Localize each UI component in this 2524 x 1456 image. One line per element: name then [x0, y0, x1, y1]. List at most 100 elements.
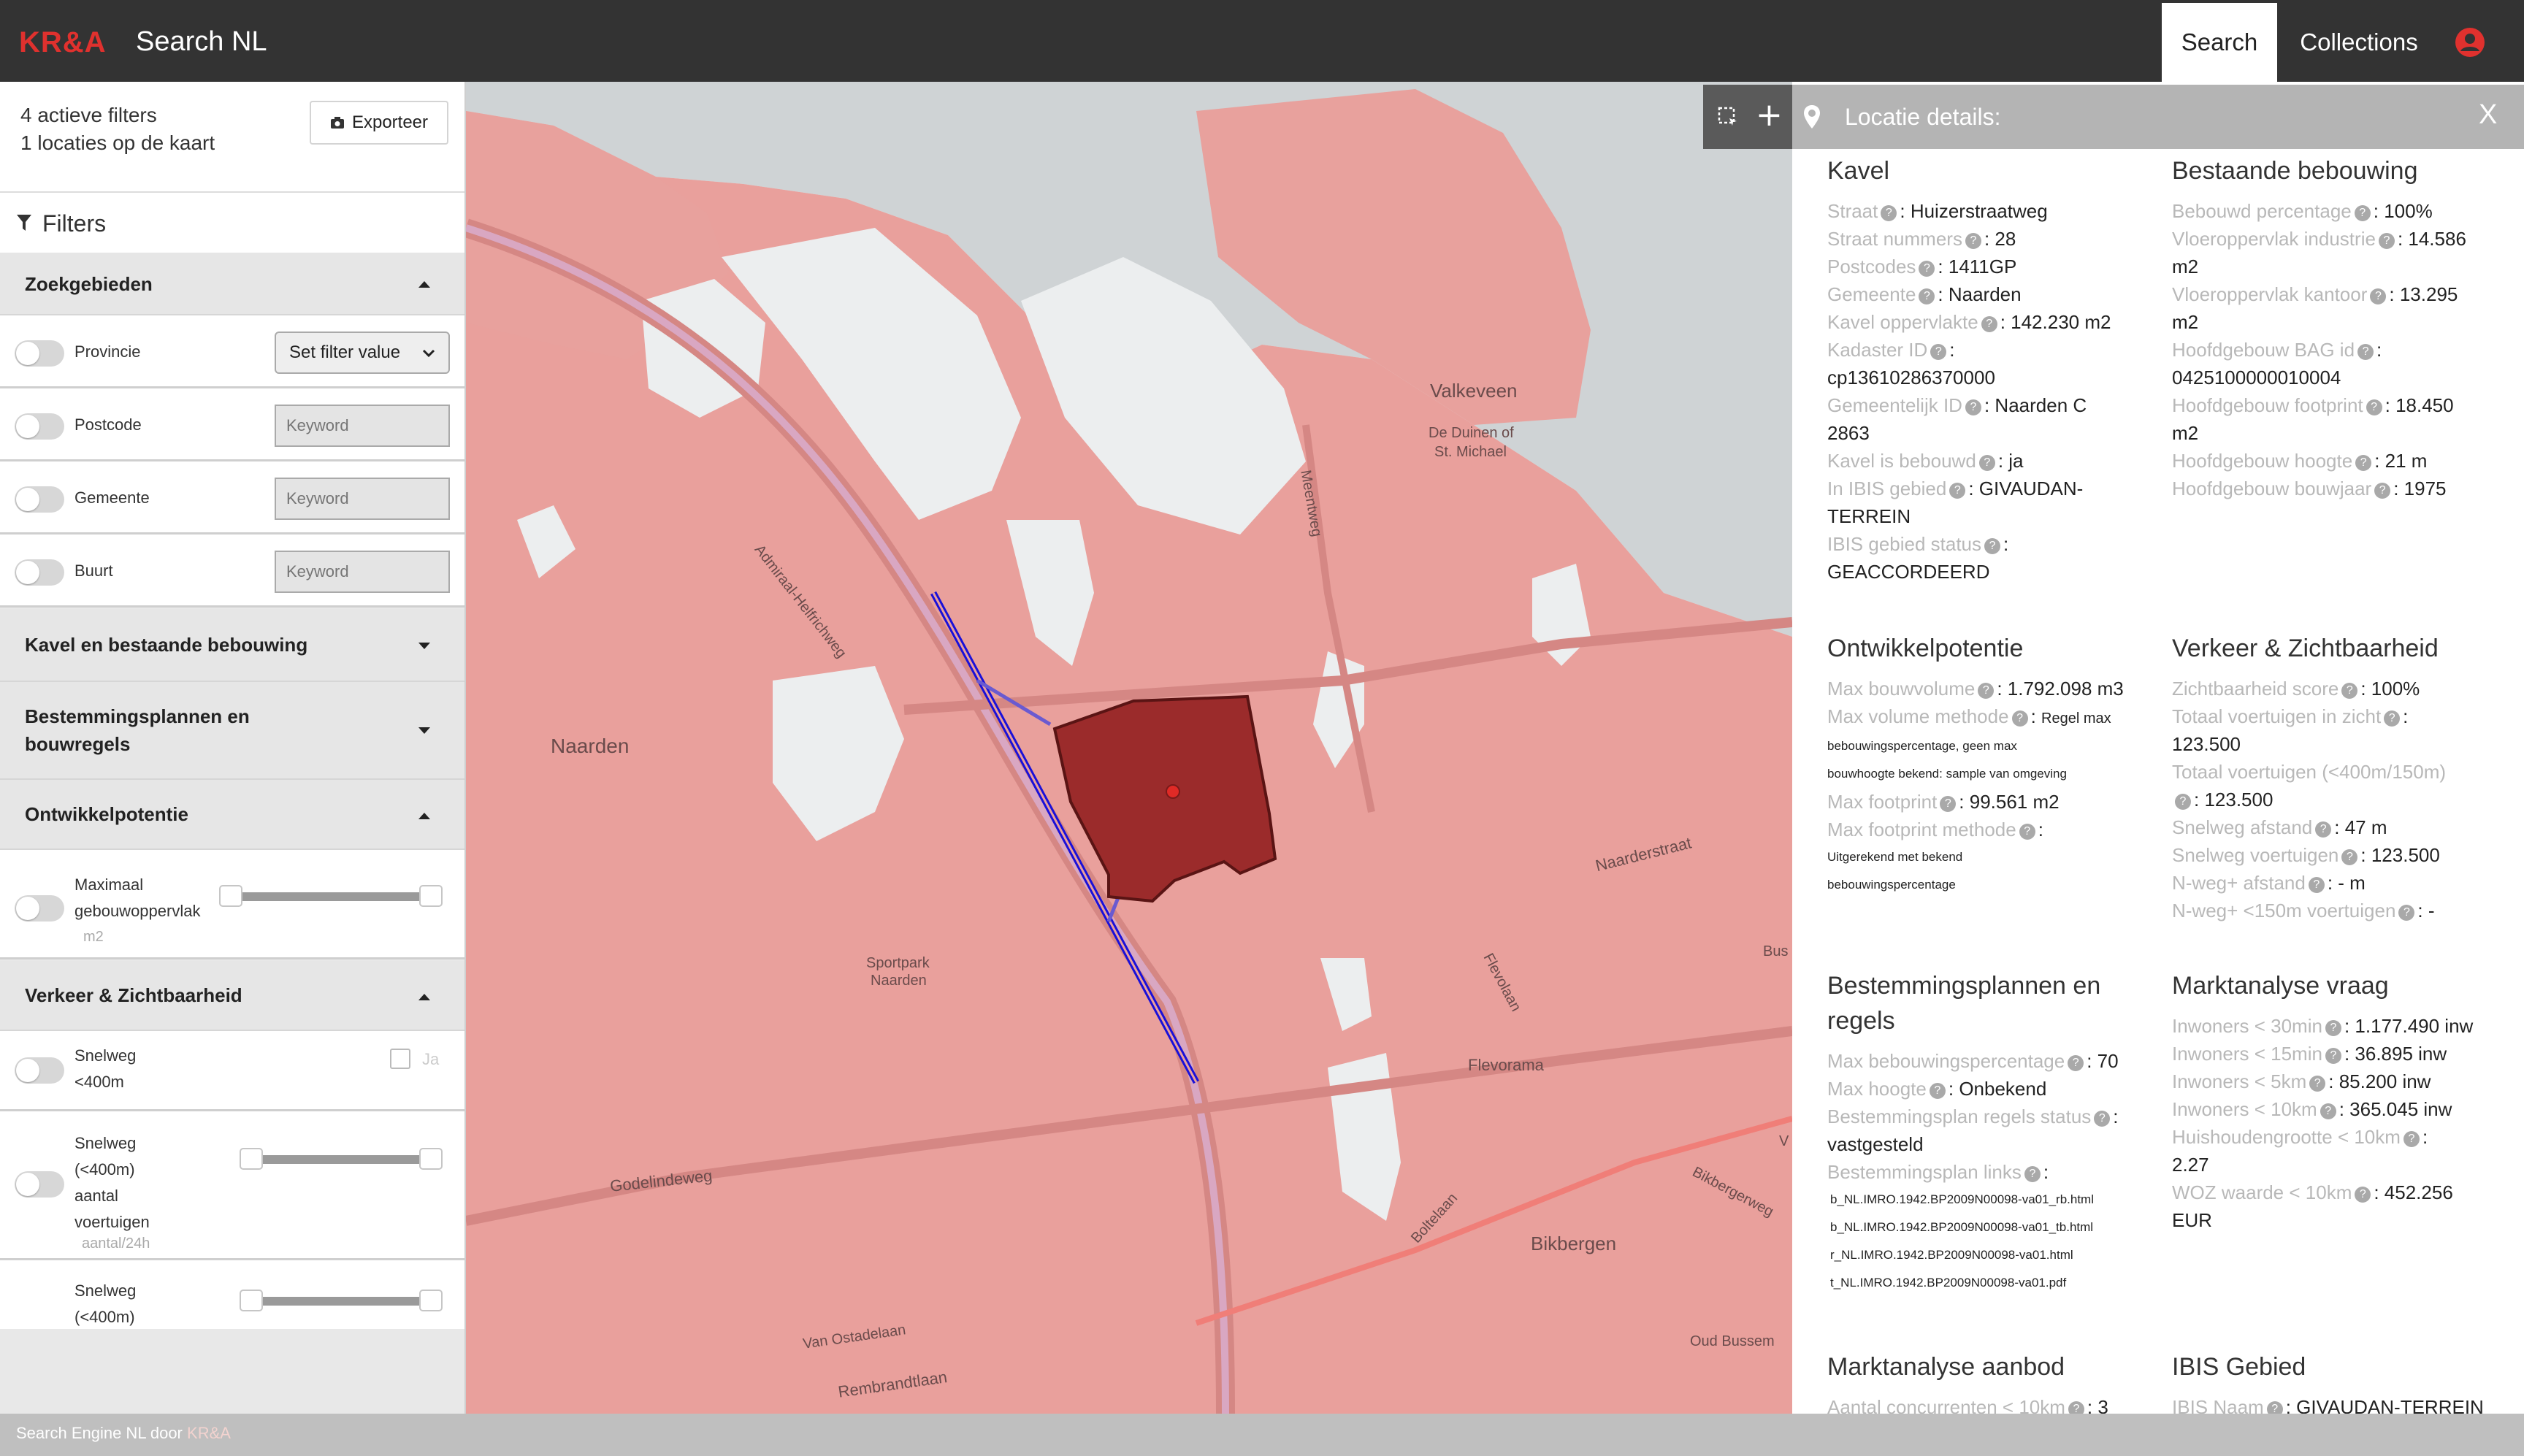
help-icon[interactable]: ? — [1940, 796, 1957, 812]
plan-link[interactable]: r_NL.IMRO.1942.BP2009N00098-va01.html — [1827, 1241, 2141, 1269]
help-icon[interactable]: ? — [2019, 824, 2035, 840]
toggle-provincie[interactable] — [15, 340, 64, 367]
max-gebouwoppervlak-slider[interactable] — [231, 892, 431, 901]
help-icon[interactable]: ? — [2175, 794, 2191, 810]
postcode-input[interactable] — [275, 405, 450, 447]
help-icon[interactable]: ? — [2325, 1020, 2341, 1036]
map-label-oud-bussem: Oud Bussem — [1690, 1333, 1775, 1349]
map-label-bikbergen: Bikbergen — [1531, 1233, 1617, 1254]
field-label: Huishoudengrootte < 10km — [2172, 1126, 2401, 1148]
help-icon[interactable]: ? — [1984, 538, 2001, 554]
snelweg-voertuigen-slider[interactable] — [251, 1155, 431, 1164]
plan-link[interactable]: t_NL.IMRO.1942.BP2009N00098-va01.pdf — [1827, 1269, 2141, 1297]
help-icon[interactable]: ? — [2374, 483, 2391, 499]
field-value: : — [1949, 339, 1955, 361]
help-icon[interactable]: ? — [2068, 1055, 2084, 1071]
field-label: Straat — [1827, 200, 1878, 222]
snelweg-partial-label: Snelweg (<400m) — [74, 1281, 137, 1326]
user-account-icon[interactable] — [2454, 26, 2486, 58]
help-icon[interactable]: ? — [2011, 710, 2028, 727]
section-zoekgebieden-title: Zoekgebieden — [25, 273, 153, 295]
location-marker[interactable] — [1166, 784, 1180, 799]
toggle-snelweg-voertuigen[interactable] — [15, 1171, 64, 1198]
section-verkeer[interactable]: Verkeer & Zichtbaarheid — [0, 961, 464, 1031]
help-icon[interactable]: ? — [1919, 288, 1935, 304]
help-icon[interactable]: ? — [1965, 233, 1981, 249]
help-icon[interactable]: ? — [2266, 1401, 2283, 1414]
select-area-icon[interactable] — [1718, 107, 1738, 127]
help-icon[interactable]: ? — [1919, 261, 1935, 277]
snelweg-partial-slider[interactable] — [251, 1297, 431, 1306]
help-icon[interactable]: ? — [1978, 455, 1995, 471]
help-icon[interactable]: ? — [2355, 455, 2372, 471]
filters-title: Filters — [42, 210, 107, 237]
nav-collections-tab[interactable]: Collections — [2279, 3, 2439, 82]
help-icon[interactable]: ? — [2354, 205, 2371, 221]
zoom-in-icon[interactable]: + — [1756, 98, 1783, 133]
snelweg-checkbox[interactable] — [390, 1049, 410, 1069]
section-kavel[interactable]: Kavel en bestaande bebouwing — [0, 609, 464, 682]
help-icon[interactable]: ? — [2384, 710, 2401, 727]
section-bestemming[interactable]: Bestemmingsplannen en bouwregels — [0, 682, 464, 780]
toggle-gemeente[interactable] — [15, 486, 64, 513]
help-icon[interactable]: ? — [1949, 483, 1966, 499]
help-icon[interactable]: ? — [2341, 849, 2358, 865]
close-icon[interactable]: X — [2479, 99, 2497, 131]
buurt-input[interactable] — [275, 551, 450, 593]
footer-brand-link[interactable]: KR&A — [187, 1424, 231, 1442]
slider-min-handle[interactable] — [219, 885, 242, 907]
verkeer-heading: Verkeer & Zichtbaarheid — [2172, 635, 2439, 662]
slider-max-handle[interactable] — [419, 1148, 443, 1170]
footer-text: Search Engine NL door — [16, 1424, 183, 1442]
vraag-heading: Marktanalyse vraag — [2172, 972, 2389, 1000]
help-icon[interactable]: ? — [2325, 1048, 2341, 1064]
plan-link[interactable]: b_NL.IMRO.1942.BP2009N00098-va01_rb.html — [1827, 1186, 2141, 1214]
help-icon[interactable]: ? — [1930, 344, 1947, 360]
section-zoekgebieden[interactable]: Zoekgebieden — [0, 253, 464, 315]
toggle-buurt[interactable] — [15, 559, 64, 586]
map-view[interactable]: Valkeveen De Duinen of St. Michael Naard… — [466, 82, 1792, 1414]
help-icon[interactable]: ? — [2024, 1166, 2041, 1182]
help-icon[interactable]: ? — [1929, 1083, 1946, 1099]
brand-logo[interactable]: KR&A — [19, 26, 107, 59]
provincie-select[interactable]: Set filter value — [275, 332, 450, 374]
help-icon[interactable]: ? — [1881, 205, 1897, 221]
help-icon[interactable]: ? — [2308, 877, 2325, 893]
help-icon[interactable]: ? — [2320, 1103, 2336, 1119]
help-icon[interactable]: ? — [1981, 316, 1997, 332]
slider-min-handle[interactable] — [240, 1148, 263, 1170]
help-icon[interactable]: ? — [1978, 683, 1995, 699]
toggle-max-gebouwoppervlak[interactable] — [15, 895, 64, 922]
plan-link[interactable]: b_NL.IMRO.1942.BP2009N00098-va01_tb.html — [1827, 1214, 2141, 1241]
help-icon[interactable]: ? — [2355, 1187, 2371, 1203]
nav-search-tab[interactable]: Search — [2162, 3, 2277, 82]
help-icon[interactable]: ? — [2094, 1111, 2111, 1127]
field-value: : 452.256 — [2374, 1181, 2453, 1203]
help-icon[interactable]: ? — [2315, 821, 2332, 838]
help-icon[interactable]: ? — [2403, 1131, 2420, 1147]
map-canvas[interactable] — [466, 82, 1792, 1414]
field-value: : 28 — [1984, 228, 2016, 250]
field-value: : 13.295 — [2389, 283, 2458, 305]
help-icon[interactable]: ? — [2357, 344, 2374, 360]
help-icon[interactable]: ? — [2309, 1076, 2326, 1092]
map-label-naarden: Naarden — [551, 735, 630, 757]
help-icon[interactable]: ? — [2398, 905, 2415, 921]
help-icon[interactable]: ? — [2068, 1401, 2084, 1414]
help-icon[interactable]: ? — [2341, 683, 2358, 699]
field-value: : 14.586 — [2397, 228, 2466, 250]
toggle-postcode[interactable] — [15, 413, 64, 440]
help-icon[interactable]: ? — [2370, 288, 2387, 304]
snelweg-voertuigen-unit: aantal/24h — [82, 1235, 150, 1252]
section-ontwikkel[interactable]: Ontwikkelpotentie — [0, 780, 464, 850]
help-icon[interactable]: ? — [2366, 399, 2382, 415]
export-button[interactable]: Exporteer — [310, 101, 448, 145]
slider-min-handle[interactable] — [240, 1290, 263, 1311]
slider-max-handle[interactable] — [419, 1290, 443, 1311]
slider-max-handle[interactable] — [419, 885, 443, 907]
help-icon[interactable]: ? — [2378, 233, 2395, 249]
toggle-snelweg[interactable] — [15, 1057, 64, 1084]
help-icon[interactable]: ? — [1965, 399, 1981, 415]
filter-row-snelweg-partial: Snelweg (<400m) — [0, 1260, 464, 1329]
gemeente-input[interactable] — [275, 478, 450, 520]
